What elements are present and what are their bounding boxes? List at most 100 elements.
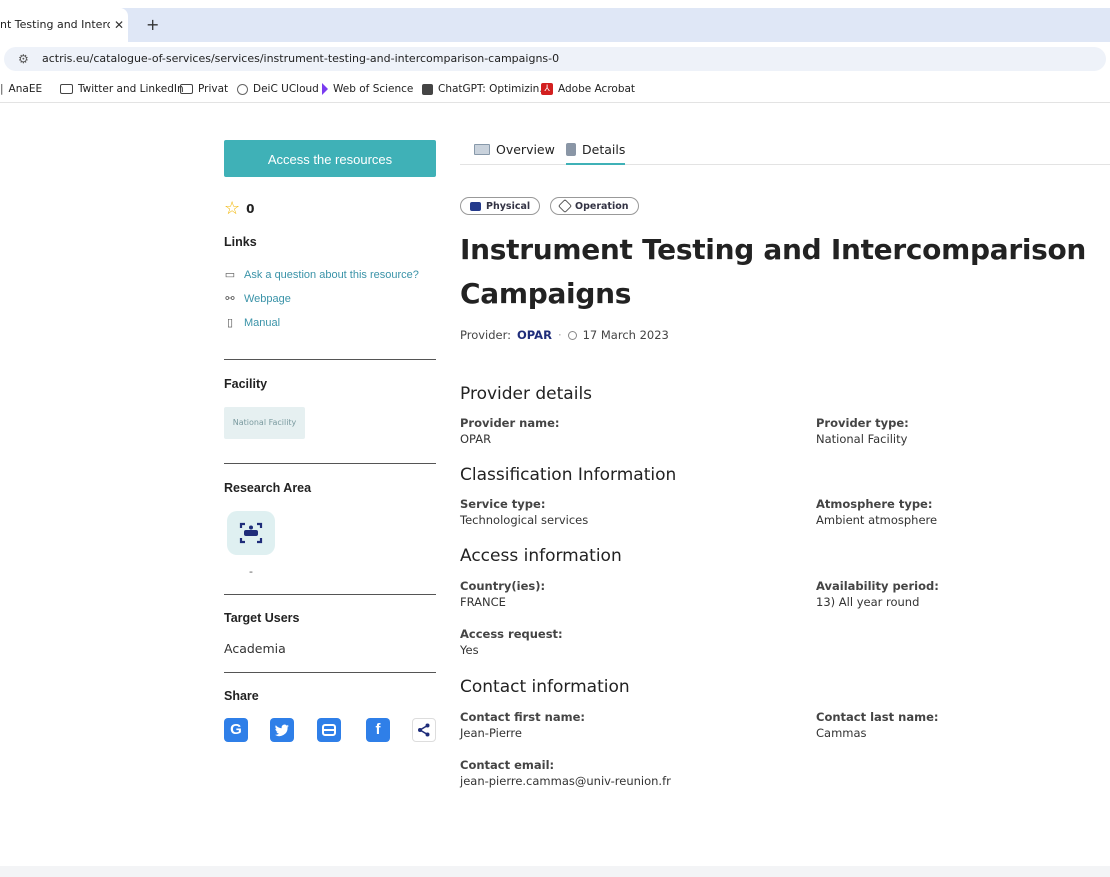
bookmark-label: Privat <box>198 83 229 95</box>
contact-information-heading: Contact information <box>460 677 630 697</box>
contact-email-field: Contact email: jean-pierre.cammas@univ-r… <box>460 758 671 788</box>
rating: ☆ 0 <box>224 199 255 219</box>
star-icon[interactable]: ☆ <box>224 200 240 218</box>
separator-dot: · <box>557 328 562 342</box>
twitter-icon[interactable] <box>270 718 294 742</box>
content-tabs: Overview Details <box>460 136 1110 165</box>
bookmark-label: Twitter and LinkedIn <box>78 83 184 95</box>
bookmark-separator: | <box>0 83 4 95</box>
browser-tab-title: nt Testing and Intercom <box>0 18 110 31</box>
browser-tab-bar: nt Testing and Intercom ✕ + <box>0 0 1110 42</box>
browser-tab[interactable]: nt Testing and Intercom ✕ <box>0 8 128 42</box>
bookmark-label: Web of Science <box>333 83 414 95</box>
field-value: 13) All year round <box>816 595 920 609</box>
manual-icon: ▯ <box>226 317 234 329</box>
new-tab-button[interactable]: + <box>146 8 159 42</box>
field-value: National Facility <box>816 432 908 446</box>
link-label: Webpage <box>244 292 291 305</box>
service-type-field: Service type: Technological services <box>460 497 588 527</box>
provider-type-field: Provider type: National Facility <box>816 416 909 446</box>
tab-strip <box>0 8 1110 42</box>
bookmarks-bar: | AnaEE Twitter and LinkedIn Privat DeiC… <box>0 76 1110 103</box>
field-value[interactable]: jean-pierre.cammas@univ-reunion.fr <box>460 774 671 788</box>
book-icon <box>474 144 490 155</box>
manual-link[interactable]: ▯ Manual <box>224 316 281 330</box>
page-title: Instrument Testing and Intercomparison C… <box>460 233 1087 310</box>
tab-overview[interactable]: Overview <box>474 136 555 163</box>
google-icon[interactable]: G <box>224 718 248 742</box>
share-icon[interactable] <box>412 718 436 742</box>
field-value: FRANCE <box>460 595 506 609</box>
access-resources-button[interactable]: Access the resources <box>224 140 436 177</box>
chatgpt-icon <box>422 83 433 95</box>
field-value: Jean-Pierre <box>460 726 522 740</box>
share-heading: Share <box>224 689 259 703</box>
link-label: Ask a question about this resource? <box>244 268 419 281</box>
webpage-link[interactable]: ⚯ Webpage <box>224 292 291 306</box>
tab-label: Details <box>582 142 626 157</box>
field-label: Service type: <box>460 497 546 511</box>
provider-label: Provider: <box>460 328 512 342</box>
field-label: Contact last name: <box>816 710 939 724</box>
contact-first-name-field: Contact first name: Jean-Pierre <box>460 710 585 740</box>
field-value: Cammas <box>816 726 867 740</box>
bookmark-deic-ucloud[interactable]: DeiC UCloud <box>237 76 319 102</box>
divider <box>224 594 436 595</box>
ask-question-link[interactable]: ▭ Ask a question about this resource? <box>224 268 419 282</box>
bookmark-label: DeiC UCloud <box>253 83 319 95</box>
bookmark-label: ChatGPT: Optimizin... <box>438 83 550 95</box>
field-value: Yes <box>460 643 479 657</box>
bookmark-twitter-linkedin[interactable]: Twitter and LinkedIn <box>60 76 184 102</box>
bookmark-label: AnaEE <box>8 83 43 95</box>
field-label: Contact first name: <box>460 710 585 724</box>
close-tab-icon[interactable]: ✕ <box>114 8 124 42</box>
field-value: Ambient atmosphere <box>816 513 938 527</box>
field-value: Technological services <box>460 513 589 527</box>
bookmark-anaee[interactable]: | AnaEE <box>0 76 42 102</box>
bookmark-web-of-science[interactable]: Web of Science <box>322 76 413 102</box>
links-heading: Links <box>224 235 257 249</box>
access-information-heading: Access information <box>460 546 622 566</box>
field-label: Atmosphere type: <box>816 497 933 511</box>
research-area-value: - <box>249 565 253 578</box>
access-request-field: Access request: Yes <box>460 627 563 657</box>
url-text: actris.eu/catalogue-of-services/services… <box>42 52 560 65</box>
field-label: Availability period: <box>816 579 939 593</box>
provider-line: Provider: OPAR · 17 March 2023 <box>460 328 669 342</box>
chip-operation[interactable]: Operation <box>550 197 639 215</box>
field-label: Country(ies): <box>460 579 546 593</box>
chip-physical[interactable]: Physical <box>460 197 541 215</box>
divider <box>224 463 436 464</box>
field-label: Access request: <box>460 627 563 641</box>
field-value: OPAR <box>460 432 492 446</box>
provider-name-field: Provider name: OPAR <box>460 416 559 446</box>
facility-heading: Facility <box>224 377 268 391</box>
folder-icon <box>60 84 73 94</box>
bookmark-chatgpt[interactable]: ChatGPT: Optimizin... <box>422 76 549 102</box>
tab-details[interactable]: Details <box>566 136 626 165</box>
tab-label: Overview <box>496 142 555 157</box>
atmosphere-type-field: Atmosphere type: Ambient atmosphere <box>816 497 937 527</box>
field-label: Contact email: <box>460 758 555 772</box>
contact-last-name-field: Contact last name: Cammas <box>816 710 938 740</box>
provider-name-link[interactable]: OPAR <box>517 328 552 342</box>
clock-icon <box>567 330 577 340</box>
facebook-icon[interactable]: f <box>366 718 390 742</box>
facility-badge: National Facility <box>224 407 305 439</box>
provider-details-heading: Provider details <box>460 384 593 404</box>
target-users-heading: Target Users <box>224 611 300 625</box>
url-field[interactable]: ⚙ actris.eu/catalogue-of-services/servic… <box>4 47 1106 71</box>
bookmark-privat[interactable]: Privat <box>180 76 228 102</box>
country-field: Country(ies): FRANCE <box>460 579 545 609</box>
research-area-icon <box>227 511 275 555</box>
address-bar: ⚙ actris.eu/catalogue-of-services/servic… <box>0 42 1110 76</box>
site-settings-icon[interactable]: ⚙ <box>18 47 29 71</box>
bookmark-adobe-acrobat[interactable]: ⅄ Adobe Acrobat <box>541 76 635 102</box>
chip-label: Operation <box>575 200 629 212</box>
link-label: Manual <box>244 316 281 329</box>
link-icon: ⚯ <box>225 293 235 305</box>
rating-count: 0 <box>246 202 255 216</box>
scan-icon <box>239 522 263 544</box>
print-icon[interactable] <box>317 718 341 742</box>
comment-icon: ▭ <box>224 269 236 281</box>
